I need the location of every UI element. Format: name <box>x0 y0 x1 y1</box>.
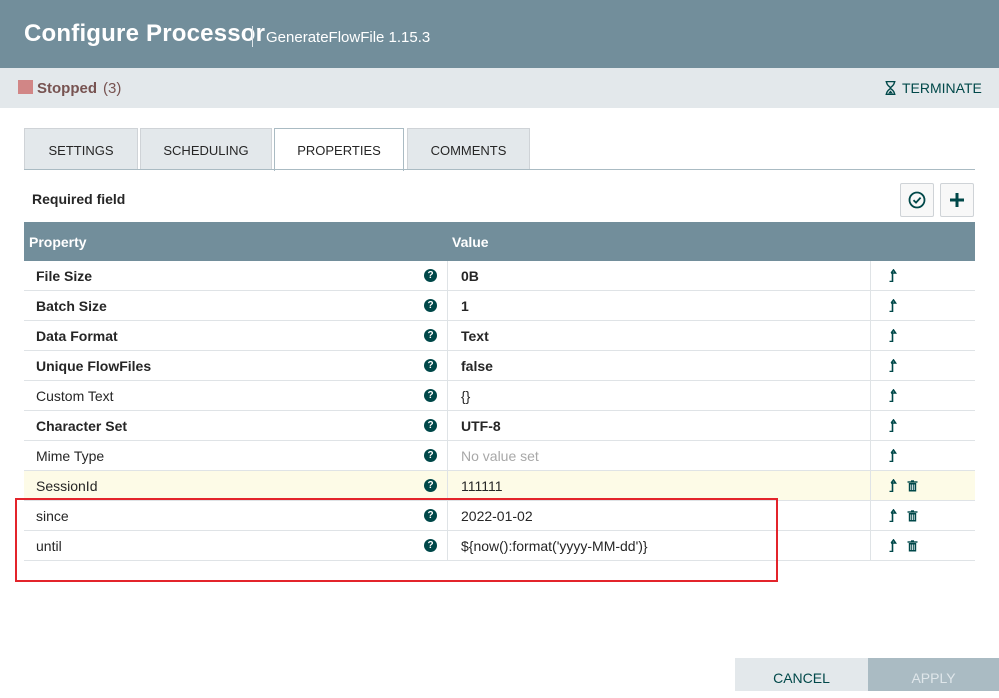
column-divider <box>447 291 448 321</box>
property-value[interactable]: 111111 <box>461 478 503 494</box>
help-icon[interactable]: ? <box>424 449 437 462</box>
help-icon[interactable]: ? <box>424 299 437 312</box>
column-divider <box>447 381 448 411</box>
table-row[interactable]: Custom Text? {} <box>24 381 975 411</box>
tab-settings[interactable]: SETTINGS <box>24 128 138 170</box>
table-row[interactable]: SessionId? 111111 <box>24 471 975 501</box>
property-name: Character Set <box>36 418 128 434</box>
column-divider <box>870 321 871 351</box>
table-row[interactable]: Character Set? UTF-8 <box>24 411 975 441</box>
go-to-icon[interactable] <box>888 478 898 495</box>
property-value[interactable]: No value set <box>461 448 539 464</box>
status-bar <box>0 68 999 108</box>
terminate-button[interactable]: TERMINATE <box>885 80 982 96</box>
plus-icon <box>950 193 964 207</box>
tab-scheduling[interactable]: SCHEDULING <box>140 128 272 170</box>
property-name: Data Format <box>36 328 118 344</box>
add-property-button[interactable] <box>940 183 974 217</box>
property-name: Unique FlowFiles <box>36 358 152 374</box>
tab-comments[interactable]: COMMENTS <box>407 128 530 170</box>
help-icon[interactable]: ? <box>424 389 437 402</box>
column-divider <box>870 471 871 501</box>
go-to-icon[interactable] <box>888 418 898 435</box>
help-icon[interactable]: ? <box>424 419 437 432</box>
processor-type: GenerateFlowFile 1.15.3 <box>266 29 431 46</box>
table-row[interactable]: Data Format? Text <box>24 321 975 351</box>
property-value[interactable]: 0B <box>461 268 479 284</box>
help-icon[interactable]: ? <box>424 269 437 282</box>
column-divider <box>870 291 871 321</box>
cancel-button[interactable]: CANCEL <box>735 658 868 691</box>
column-divider <box>447 261 448 291</box>
dialog-header: Configure Processor GenerateFlowFile 1.1… <box>0 0 999 68</box>
column-divider <box>870 351 871 381</box>
go-to-icon[interactable] <box>888 448 898 465</box>
property-name: Mime Type <box>36 448 105 464</box>
run-status-label: Stopped <box>37 80 97 97</box>
run-status-count: (3) <box>103 80 122 97</box>
property-name: File Size <box>36 268 93 284</box>
property-name: Custom Text <box>36 388 114 404</box>
property-value[interactable]: Text <box>461 328 489 344</box>
stopped-icon <box>18 80 33 94</box>
table-row[interactable]: Mime Type? No value set <box>24 441 975 471</box>
apply-button: APPLY <box>868 658 999 691</box>
property-value[interactable]: 1 <box>461 298 469 314</box>
trash-icon[interactable] <box>907 509 918 525</box>
column-divider <box>870 381 871 411</box>
table-row[interactable]: Batch Size? 1 <box>24 291 975 321</box>
property-value[interactable]: UTF-8 <box>461 418 501 434</box>
title-divider <box>252 26 253 47</box>
go-to-icon[interactable] <box>888 508 898 525</box>
column-divider <box>870 531 871 561</box>
table-row[interactable]: Unique FlowFiles? false <box>24 351 975 381</box>
column-divider <box>447 441 448 471</box>
help-icon[interactable]: ? <box>424 329 437 342</box>
column-header-property: Property <box>29 234 87 250</box>
trash-icon[interactable] <box>907 539 918 555</box>
column-divider <box>447 411 448 441</box>
run-status: Stopped (3) <box>37 80 121 97</box>
column-divider <box>870 441 871 471</box>
dialog-title: Configure Processor <box>24 20 266 47</box>
verify-properties-button[interactable] <box>900 183 934 217</box>
hourglass-icon <box>885 81 896 95</box>
column-divider <box>447 351 448 381</box>
column-header-value: Value <box>452 234 489 250</box>
tab-properties[interactable]: PROPERTIES <box>274 128 404 171</box>
column-divider <box>447 471 448 501</box>
property-name: Batch Size <box>36 298 107 314</box>
table-row[interactable]: File Size? 0B <box>24 261 975 291</box>
column-divider <box>870 411 871 441</box>
go-to-icon[interactable] <box>888 268 898 285</box>
help-icon[interactable]: ? <box>424 359 437 372</box>
check-circle-icon <box>908 191 926 209</box>
property-value[interactable]: false <box>461 358 493 374</box>
help-icon[interactable]: ? <box>424 479 437 492</box>
go-to-icon[interactable] <box>888 328 898 345</box>
properties-table-header: Property Value <box>24 222 975 261</box>
terminate-label: TERMINATE <box>902 80 982 96</box>
required-field-label: Required field <box>32 191 126 207</box>
column-divider <box>870 501 871 531</box>
highlight-box <box>15 498 778 582</box>
column-divider <box>447 321 448 351</box>
property-value[interactable]: {} <box>461 388 470 404</box>
go-to-icon[interactable] <box>888 538 898 555</box>
property-name: SessionId <box>36 478 98 494</box>
go-to-icon[interactable] <box>888 388 898 405</box>
go-to-icon[interactable] <box>888 358 898 375</box>
tab-underline <box>24 169 975 170</box>
column-divider <box>870 261 871 291</box>
go-to-icon[interactable] <box>888 298 898 315</box>
trash-icon[interactable] <box>907 479 918 495</box>
